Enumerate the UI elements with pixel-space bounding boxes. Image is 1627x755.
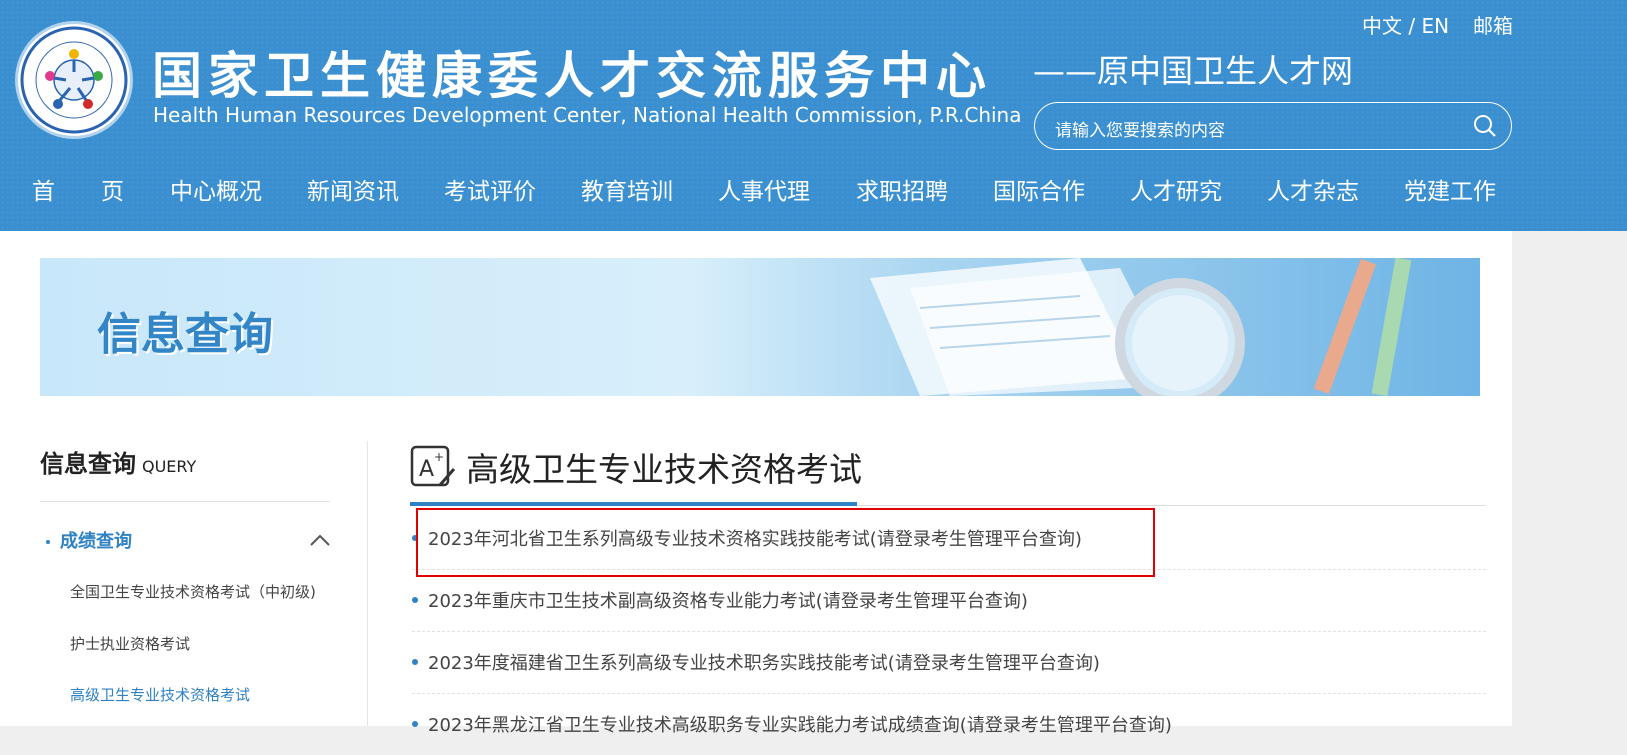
site-title-en: Health Human Resources Development Cente… [153,103,1022,127]
sidebar-item-nurse-exam[interactable]: 护士执业资格考试 [70,633,190,654]
list-item[interactable]: 2023年度福建省卫生系列高级专业技术职务实践技能考试(请登录考生管理平台查询) [412,631,1486,694]
list-item[interactable]: 2023年重庆市卫生技术副高级资格专业能力考试(请登录考生管理平台查询) [412,569,1486,632]
sidebar-divider [40,501,330,502]
svg-text:A: A [419,457,434,482]
bullet-icon [412,659,418,665]
language-switch[interactable]: 中文 / EN [1362,10,1449,39]
nav-jobs[interactable]: 求职招聘 [856,172,948,206]
bullet-icon [412,721,418,727]
nav-party[interactable]: 党建工作 [1404,172,1496,206]
chevron-up-icon[interactable] [310,531,330,550]
nav-exam[interactable]: 考试评价 [444,172,536,206]
list-item-link[interactable]: 2023年重庆市卫生技术副高级资格专业能力考试(请登录考生管理平台查询) [428,587,1028,613]
site-header: 国家卫生健康委人才交流服务中心 Health Human Resources D… [0,0,1627,231]
content-title: 高级卫生专业技术资格考试 [466,450,862,489]
mail-link[interactable]: 邮箱 [1473,10,1513,39]
list-item-link[interactable]: 2023年度福建省卫生系列高级专业技术职务实践技能考试(请登录考生管理平台查询) [428,649,1100,675]
sidebar-heading-cn: 信息查询 [40,450,136,478]
site-title: 国家卫生健康委人才交流服务中心 [152,47,992,105]
search-input[interactable]: 请输入您要搜索的内容 [1055,116,1225,141]
sidebar-heading-en: QUERY [142,457,197,476]
sidebar-heading: 信息查询 QUERY [40,444,196,479]
banner-title: 信息查询 [97,309,273,360]
content-title-underline [410,502,857,506]
sidebar-item-senior-exam[interactable]: 高级卫生专业技术资格考试 [70,684,250,705]
sidebar-category-label: 成绩查询 [60,531,132,552]
svg-text:+: + [434,450,444,464]
bullet-icon [412,597,418,603]
nav-magazine[interactable]: 人才杂志 [1267,172,1359,206]
nav-research[interactable]: 人才研究 [1130,172,1222,206]
nav-home[interactable]: 首 页 [32,172,124,206]
logo-seal-icon[interactable] [18,24,130,136]
nav-international[interactable]: 国际合作 [993,172,1085,206]
banner: 信息查询 [40,258,1480,396]
bullet-icon [46,540,50,544]
search-icon[interactable] [1473,114,1497,142]
page-content: 信息查询 信息查询 QUERY 成绩查询 全国卫生专业技术资格考试（中初级) 护士… [0,231,1512,736]
site-subtitle: ——原中国卫生人才网 [1033,52,1354,90]
nav-news[interactable]: 新闻资讯 [307,172,399,206]
sidebar-category[interactable]: 成绩查询 [46,527,132,553]
column-divider [367,441,368,726]
list-item-link[interactable]: 2023年黑龙江省卫生专业技术高级职务专业实践能力考试成绩查询(请登录考生管理平… [428,711,1172,737]
search-box[interactable]: 请输入您要搜索的内容 [1034,102,1512,150]
list-item[interactable]: 2023年黑龙江省卫生专业技术高级职务专业实践能力考试成绩查询(请登录考生管理平… [412,693,1486,755]
nav-hr-agency[interactable]: 人事代理 [718,172,810,206]
nav-about[interactable]: 中心概况 [170,172,262,206]
font-edit-icon: A + [410,443,456,493]
highlight-box [416,508,1155,577]
sidebar-item-national-exam[interactable]: 全国卫生专业技术资格考试（中初级) [70,581,316,602]
nav-training[interactable]: 教育培训 [581,172,673,206]
